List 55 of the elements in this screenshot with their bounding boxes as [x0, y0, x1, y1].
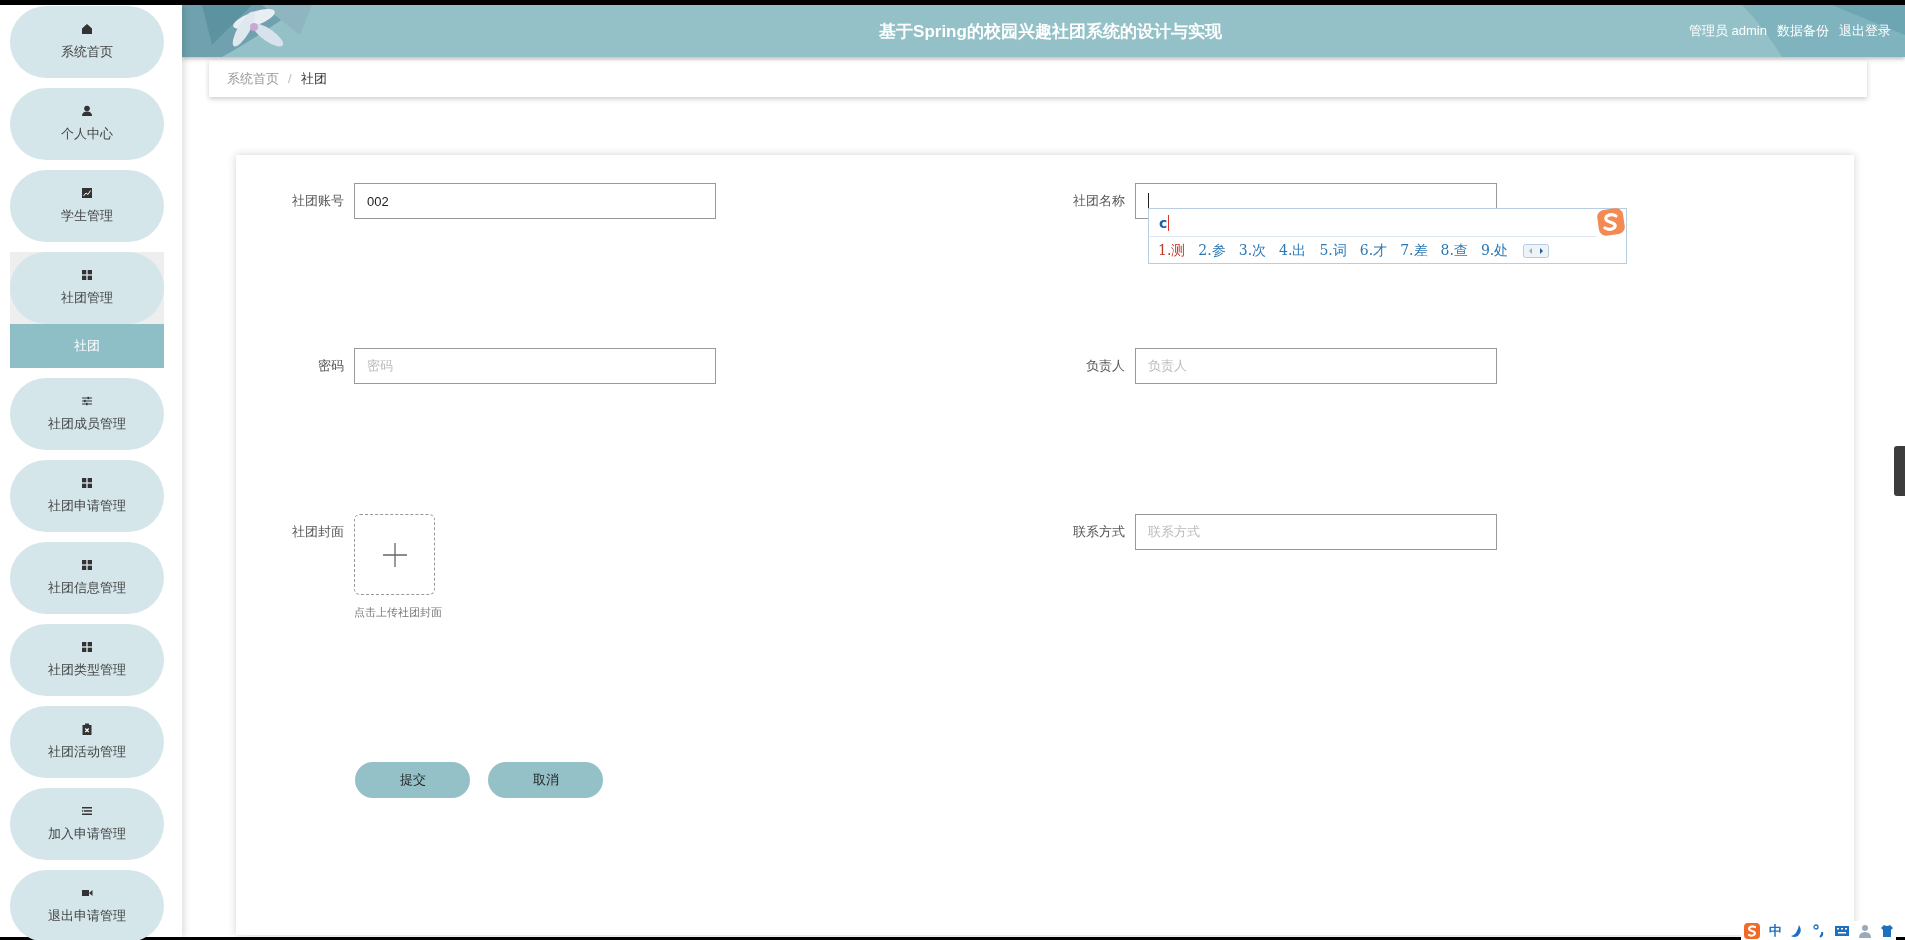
sidebar-item[interactable]: 社团成员管理: [10, 378, 164, 450]
sidebar-item[interactable]: 加入申请管理: [10, 788, 164, 860]
breadcrumb-current: 社团: [300, 69, 327, 88]
field-label: 社团封面: [291, 523, 345, 541]
field-label: 密码: [317, 357, 345, 375]
upload-hint: 点击上传社团封面: [354, 605, 442, 620]
breadcrumb-link[interactable]: 系统首页: [227, 69, 279, 88]
home-icon: [81, 23, 93, 35]
sidebar-item[interactable]: 社团活动管理: [10, 706, 164, 778]
user-icon: [1858, 923, 1872, 938]
candidate[interactable]: 5.词: [1319, 241, 1347, 260]
candidate[interactable]: 7.差: [1400, 241, 1428, 260]
shirt-icon: [1880, 923, 1894, 938]
candidate[interactable]: 9.处: [1480, 241, 1509, 260]
text-cursor: [1148, 192, 1149, 210]
sidebar-item[interactable]: 社团申请管理: [10, 460, 164, 532]
list-icon: [81, 805, 93, 817]
sidebar-item[interactable]: 退出申请管理: [10, 870, 164, 940]
chart-icon: [81, 187, 93, 199]
candidate[interactable]: 8.查: [1440, 241, 1468, 260]
sidebar-item[interactable]: 个人中心: [10, 88, 164, 160]
plus-icon: [382, 542, 407, 567]
input-field[interactable]: 002: [354, 183, 716, 219]
grid-icon: [81, 559, 93, 571]
sidebar-item[interactable]: 社团管理: [10, 252, 164, 324]
candidate[interactable]: 3.次: [1238, 241, 1267, 260]
candidate[interactable]: 1.测: [1158, 241, 1186, 260]
sidebar-item[interactable]: 系统首页: [10, 6, 164, 78]
cancel-button[interactable]: 取消: [488, 762, 603, 798]
moon-icon: [1790, 923, 1804, 938]
grid-icon: [81, 641, 93, 653]
breadcrumb-separator: /: [288, 71, 292, 86]
user-icon: [81, 105, 93, 117]
submit-button[interactable]: 提交: [355, 762, 470, 798]
sliders-icon: [81, 395, 93, 407]
page-title: 基于Spring的校园兴趣社团系统的设计与实现: [878, 20, 1223, 43]
candidate[interactable]: 4.出: [1279, 241, 1307, 260]
video-camera-icon: [81, 887, 93, 899]
grid-icon: [81, 477, 93, 489]
sidebar-item[interactable]: 学生管理: [10, 170, 164, 242]
grid-icon: [81, 269, 93, 281]
punctuation-icon: [1812, 923, 1826, 938]
page-arrows-icon: [1523, 243, 1550, 258]
field-label: 联系方式: [1072, 523, 1126, 541]
composition-text: c: [1159, 214, 1170, 231]
sidebar-item[interactable]: 社团类型管理: [10, 624, 164, 696]
field-label: 社团账号: [291, 192, 345, 210]
candidate[interactable]: 6.才: [1359, 241, 1388, 260]
upload-box[interactable]: [354, 514, 435, 595]
candidate[interactable]: 2.参: [1198, 241, 1226, 260]
field-label: 社团名称: [1072, 192, 1126, 210]
sidebar-item[interactable]: 社团信息管理: [10, 542, 164, 614]
clipboard-icon: [81, 723, 93, 735]
input-mode[interactable]: 中: [1769, 921, 1782, 940]
field-label: 负责人: [1085, 357, 1126, 375]
